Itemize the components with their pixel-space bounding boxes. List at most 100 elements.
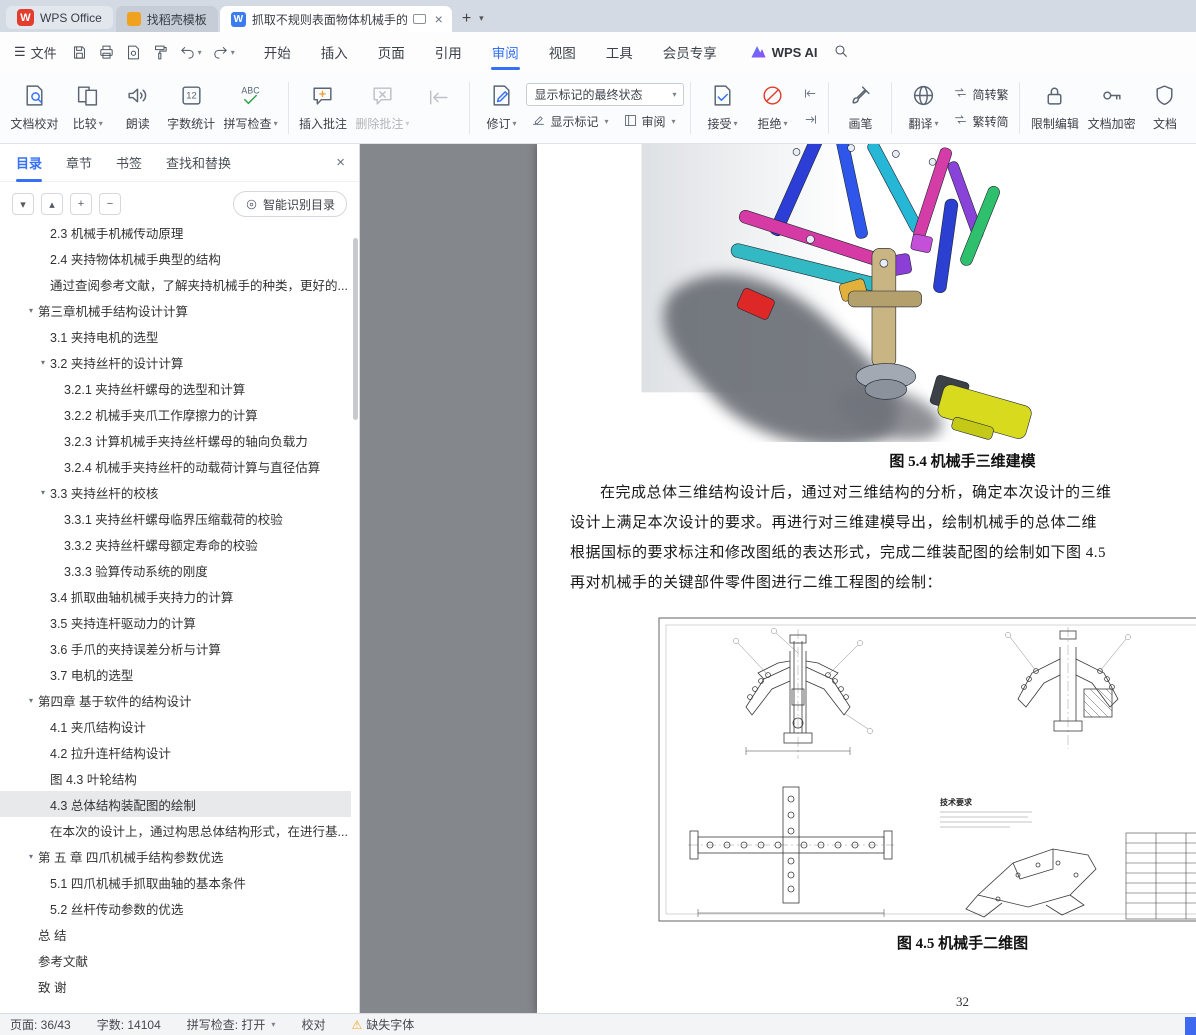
status-missing-font-warning[interactable]: ⚠ 缺失字体 [351,1016,414,1033]
reject-button[interactable]: 拒绝 ▾ [747,79,797,136]
delete-comment-button[interactable]: 删除批注 ▾ [351,79,413,136]
toc-item[interactable]: 3.6 手爪的夹持误差分析与计算 [0,635,351,661]
collapse-arrow-icon[interactable]: ▾ [36,358,50,367]
figure-2d-drawing-image[interactable]: 技术要求 [658,617,1196,923]
status-spellcheck-toggle[interactable]: 拼写检查: 打开 ▾ [187,1016,276,1033]
toc-item[interactable]: ▾ 3.3 夹持丝杆的校核 [0,479,351,505]
close-sidebar-icon[interactable]: × [336,154,345,171]
toc-item[interactable]: 3.2.2 机械手夹爪工作摩擦力的计算 [0,401,351,427]
doc-permission-button[interactable]: 文档 [1140,79,1190,136]
toc-item[interactable]: 总 结 [0,921,351,947]
toc-item[interactable]: 4.2 拉升连杆结构设计 [0,739,351,765]
tab-member[interactable]: 会员专享 [648,32,732,72]
toc-item[interactable]: 致 谢 [0,973,351,999]
toc-item[interactable]: 2.4 夹持物体机械手典型的结构 [0,245,351,271]
simplified-to-traditional-button[interactable]: 简转繁 [948,83,1013,105]
zoom-in-toc-button[interactable]: + [70,193,92,215]
next-revision-button[interactable] [799,111,822,131]
file-menu[interactable]: ☰ 文件 [10,43,67,62]
print-button[interactable] [94,41,119,64]
sidebar-tab-bookmarks[interactable]: 书签 [116,144,142,182]
toc-item[interactable]: 4.3 总体结构装配图的绘制 [0,791,351,817]
toc-item[interactable]: 5.1 四爪机械手抓取曲轴的基本条件 [0,869,351,895]
wps-home-tab[interactable]: W WPS Office [6,6,113,29]
previous-comment-button[interactable] [413,81,463,135]
toc-item[interactable]: 3.5 夹持连杆驱动力的计算 [0,609,351,635]
spell-check-button[interactable]: ABC 拼写检查 ▾ [220,79,282,136]
collapse-arrow-icon[interactable]: ▾ [36,488,50,497]
toc-item[interactable]: 4.1 夹爪结构设计 [0,713,351,739]
toc-item[interactable]: ▾ 第三章机械手结构设计计算 [0,297,351,323]
read-aloud-button[interactable]: 朗读 [113,79,163,136]
toc-item[interactable]: 图 4.3 叶轮结构 [0,765,351,791]
tab-page[interactable]: 页面 [363,32,420,72]
tab-home[interactable]: 开始 [249,32,306,72]
search-button[interactable] [833,43,849,62]
docer-template-tab[interactable]: 找稻壳模板 [115,6,218,32]
accept-button[interactable]: 接受 ▾ [697,79,747,136]
show-marks-button[interactable]: 显示标记 ▾ [526,111,613,133]
undo-button[interactable]: ▾ [175,41,206,64]
toc-item[interactable]: 3.2.3 计算机械手夹持丝杆螺母的轴向负载力 [0,427,351,453]
compare-button[interactable]: 比较 ▾ [63,79,113,136]
tab-list-chevron-icon[interactable]: ▾ [479,13,490,32]
restrict-edit-button[interactable]: 限制编辑 [1026,79,1083,136]
status-proofread-button[interactable]: 校对 [301,1016,325,1033]
scrollbar-thumb[interactable] [353,238,358,420]
sidebar-tab-find-replace[interactable]: 查找和替换 [166,144,231,182]
sidebar-tab-chapters[interactable]: 章节 [66,144,92,182]
smart-toc-button[interactable]: 智能识别目录 [232,191,347,217]
new-tab-button[interactable]: + [452,10,479,32]
tab-reference[interactable]: 引用 [420,32,477,72]
wps-ai-button[interactable]: WPS AI [750,44,817,61]
toc-item[interactable]: 3.3.2 夹持丝杆螺母额定寿命的校验 [0,531,351,557]
tab-view[interactable]: 视图 [534,32,591,72]
toc-item[interactable]: 3.1 夹持电机的选型 [0,323,351,349]
toc-item[interactable]: ▾ 3.2 夹持丝杆的设计计算 [0,349,351,375]
save-button[interactable] [67,41,92,64]
figure-3d-model-image[interactable] [640,144,1100,448]
print-preview-button[interactable] [121,41,146,64]
collapse-arrow-icon[interactable]: ▾ [24,696,38,705]
toc-item[interactable]: 3.2.4 机械手夹持丝杆的动载荷计算与直径估算 [0,453,351,479]
toc-item[interactable]: 3.3.3 验算传动系统的刚度 [0,557,351,583]
toc-item[interactable]: 5.2 丝杆传动参数的优选 [0,895,351,921]
brush-button[interactable]: 画笔 [835,79,885,136]
review-panel-button[interactable]: 审阅 ▾ [618,111,681,133]
toc-item[interactable]: 参考文献 [0,947,351,973]
toc-item[interactable]: 3.7 电机的选型 [0,661,351,687]
close-tab-icon[interactable]: × [432,11,446,27]
format-painter-button[interactable] [148,41,173,64]
toc-item[interactable]: ▾ 第四章 基于软件的结构设计 [0,687,351,713]
toc-item[interactable]: 3.3.1 夹持丝杆螺母临界压缩载荷的校验 [0,505,351,531]
sidebar-scrollbar[interactable] [352,228,359,1013]
marks-state-dropdown[interactable]: 显示标记的最终状态 ▾ [526,82,685,106]
sidebar-tab-toc[interactable]: 目录 [16,144,43,182]
toc-item[interactable]: 在本次的设计上，通过构思总体结构形式，在进行基... [0,817,351,843]
previous-revision-button[interactable] [799,85,822,105]
word-count-button[interactable]: 12 字数统计 [163,79,220,136]
toc-item[interactable]: ▾ 第 五 章 四爪机械手结构参数优选 [0,843,351,869]
toc-item[interactable]: 3.4 抓取曲轴机械手夹持力的计算 [0,583,351,609]
doc-encrypt-button[interactable]: 文档加密 [1083,79,1140,136]
zoom-out-toc-button[interactable]: − [99,193,121,215]
translate-button[interactable]: 翻译 ▾ [898,79,948,136]
expand-all-button[interactable]: ▴ [41,193,63,215]
toc-item[interactable]: 2.3 机械手机械传动原理 [0,228,351,245]
traditional-to-simplified-button[interactable]: 繁转简 [948,110,1013,132]
tab-tools[interactable]: 工具 [591,32,648,72]
redo-button[interactable]: ▾ [208,41,239,64]
view-mode-button[interactable] [1185,1017,1196,1035]
collapse-all-button[interactable]: ▾ [12,193,34,215]
tab-review[interactable]: 审阅 [477,32,534,72]
toc-item[interactable]: 通过查阅参考文献，了解夹持机械手的种类，更好的... [0,271,351,297]
collapse-arrow-icon[interactable]: ▾ [24,852,38,861]
revision-button[interactable]: 修订 ▾ [476,79,526,136]
doc-proof-button[interactable]: 文档校对 [6,79,63,136]
tab-insert[interactable]: 插入 [306,32,363,72]
document-tab[interactable]: W 抓取不规则表面物体机械手的 × [219,6,452,32]
insert-comment-button[interactable]: 插入批注 [295,79,352,136]
document-page[interactable]: 图 5.4 机械手三维建模 在完成总体三维结构设计后，通过对三维结构的分析，确定… [537,144,1196,1013]
eye-protect-icon[interactable] [412,14,426,24]
toc-item[interactable]: 3.2.1 夹持丝杆螺母的选型和计算 [0,375,351,401]
